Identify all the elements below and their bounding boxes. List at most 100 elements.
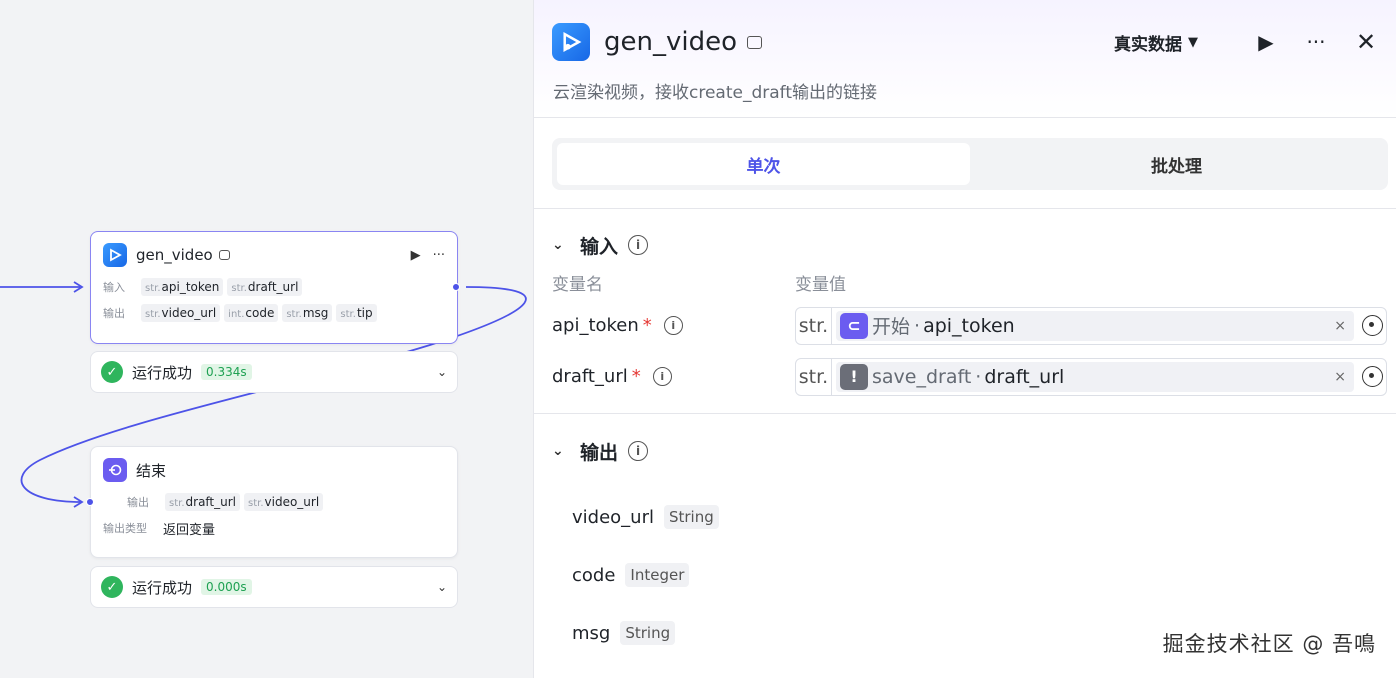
inputs-label: 输入 (103, 281, 125, 294)
chevron-down-icon[interactable]: ⌄ (437, 365, 447, 379)
var-name: draft_url (552, 366, 628, 387)
type-selector[interactable]: str. (796, 307, 832, 344)
run-status-bar[interactable]: ✓ 运行成功 0.334s ⌄ (90, 351, 458, 393)
data-mode-select[interactable]: 真实数据 ▼ (1114, 30, 1198, 55)
output-port[interactable] (452, 283, 460, 291)
mode-tabs: 单次 批处理 (552, 138, 1388, 190)
output-var-name: msg (572, 622, 611, 644)
info-icon[interactable]: i (628, 235, 649, 255)
output-var-row: video_url String (552, 488, 1388, 546)
status-text: 运行成功 (132, 363, 193, 382)
var-value-field[interactable]: str. ! save_draft · draft_url × (795, 357, 1387, 396)
column-headers: 变量名 变量值 (552, 270, 1388, 295)
start-node-icon: ⊂ (840, 312, 868, 339)
target-icon[interactable] (1362, 366, 1383, 387)
node-detail-panel: gen_video 真实数据 ▼ ▶ ··· ✕ 云渲染视频，接收create_… (533, 0, 1396, 678)
output-section-header[interactable]: ⌄ 输出 i (552, 414, 1388, 488)
node-title: 结束 (136, 461, 167, 480)
ref-node-name: 开始 (872, 316, 911, 338)
section-title: 输入 (580, 235, 619, 258)
output-type-label: 输出类型 (103, 522, 147, 535)
output-tag: str.video_url (244, 493, 324, 511)
variable-reference[interactable]: ! save_draft · draft_url × (836, 361, 1354, 392)
target-icon[interactable] (1362, 315, 1383, 336)
clear-icon[interactable]: × (1334, 369, 1346, 385)
more-icon[interactable]: ··· (1304, 30, 1328, 54)
edge-incoming-arrow (73, 281, 84, 293)
input-section: ⌄ 输入 i 变量名 变量值 api_token * i str. ⊂ 开始 · … (534, 209, 1396, 402)
required-mark: * (642, 315, 652, 336)
variable-reference[interactable]: ⊂ 开始 · api_token × (836, 310, 1354, 341)
output-section: ⌄ 输出 i video_url String code Integer msg… (534, 414, 1396, 662)
output-var-name: code (572, 564, 616, 586)
output-type-row: 输出类型 返回变量 (103, 515, 457, 541)
output-tag: str.tip (336, 304, 377, 322)
ref-var-name: api_token (923, 314, 1015, 337)
workflow-canvas[interactable]: gen_video ▶ ··· 输入 str.api_token str.dra… (0, 0, 533, 678)
output-var-type: String (663, 505, 719, 529)
close-icon[interactable]: ✕ (1354, 28, 1378, 56)
ref-separator: · (975, 365, 982, 388)
run-node-icon[interactable]: ▶ (411, 248, 421, 263)
status-text: 运行成功 (132, 578, 193, 597)
chevron-down-icon[interactable]: ⌄ (552, 443, 570, 459)
section-title: 输出 (580, 441, 619, 464)
outputs-label: 输出 (127, 496, 149, 509)
time-badge: 0.000s (201, 579, 252, 595)
check-circle-icon: ✓ (101, 576, 123, 598)
input-var-row: draft_url * i str. ! save_draft · draft_u… (552, 351, 1388, 402)
info-icon[interactable]: i (628, 441, 649, 461)
outputs-label: 输出 (103, 307, 125, 320)
var-value-field[interactable]: str. ⊂ 开始 · api_token × (795, 306, 1387, 345)
node-title: gen_video (136, 246, 213, 264)
plugin-badge-icon (218, 250, 230, 260)
tab-single[interactable]: 单次 (557, 143, 970, 185)
output-tag: int.code (224, 304, 279, 322)
plugin-badge-icon (747, 35, 762, 49)
output-var-row: code Integer (552, 546, 1388, 604)
node-gen-video[interactable]: gen_video ▶ ··· 输入 str.api_token str.dra… (90, 231, 458, 344)
output-var-type: Integer (625, 563, 690, 587)
node-inputs: 输入 str.api_token str.draft_url (103, 274, 457, 300)
caret-down-icon: ▼ (1188, 34, 1198, 50)
input-port[interactable] (86, 498, 94, 506)
watermark: 掘金技术社区 @ 吾鳴 (1162, 632, 1376, 656)
node-outputs: 输出 str.draft_url str.video_url (127, 489, 457, 515)
output-type-value: 返回变量 (163, 522, 216, 538)
run-icon[interactable]: ▶ (1254, 30, 1278, 54)
panel-title: gen_video (604, 27, 737, 57)
input-var-row: api_token * i str. ⊂ 开始 · api_token × (552, 300, 1388, 351)
required-mark: * (631, 366, 641, 387)
ref-node-name: save_draft (872, 365, 972, 388)
run-status-bar[interactable]: ✓ 运行成功 0.000s ⌄ (90, 566, 458, 608)
end-node-icon (103, 458, 127, 482)
chevron-down-icon[interactable]: ⌄ (552, 237, 570, 253)
output-tag: str.draft_url (165, 493, 241, 511)
panel-description: 云渲染视频，接收create_draft输出的链接 (553, 83, 878, 103)
info-icon[interactable]: i (652, 367, 672, 386)
output-tag: str.msg (282, 304, 333, 322)
input-tag: str.draft_url (227, 278, 303, 296)
col-var-name: 变量名 (552, 275, 603, 295)
more-icon[interactable]: ··· (433, 248, 445, 263)
ref-separator: · (914, 314, 921, 337)
input-tag: str.api_token (141, 278, 224, 296)
output-tag: str.video_url (141, 304, 221, 322)
output-var-type: String (620, 621, 676, 645)
clear-icon[interactable]: × (1334, 318, 1346, 334)
warning-icon: ! (840, 363, 868, 390)
node-end[interactable]: 结束 输出 str.draft_url str.video_url 输出类型 返… (90, 446, 458, 558)
time-badge: 0.334s (201, 364, 252, 380)
data-mode-label: 真实数据 (1114, 34, 1182, 55)
output-var-name: video_url (572, 506, 654, 528)
tab-batch[interactable]: 批处理 (970, 143, 1383, 185)
var-name: api_token (552, 315, 639, 336)
node-outputs: 输出 str.video_url int.code str.msg str.ti… (103, 300, 457, 326)
panel-header: gen_video 真实数据 ▼ ▶ ··· ✕ 云渲染视频，接收create_… (534, 0, 1396, 118)
edge-end-arrow (73, 496, 84, 508)
video-node-icon (103, 243, 127, 267)
info-icon[interactable]: i (663, 316, 683, 335)
ref-var-name: draft_url (984, 365, 1065, 388)
chevron-down-icon[interactable]: ⌄ (437, 580, 447, 594)
type-selector[interactable]: str. (796, 358, 832, 395)
